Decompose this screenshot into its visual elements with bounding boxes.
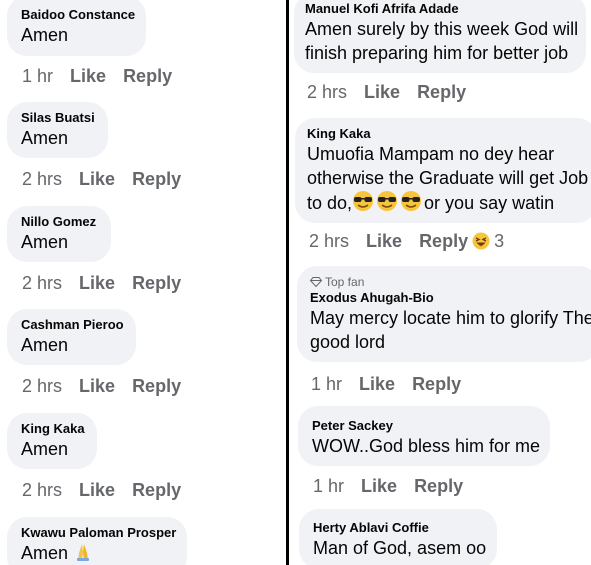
comment-time[interactable]: 2 hrs bbox=[22, 169, 62, 189]
comment-time[interactable]: 2 hrs bbox=[22, 376, 62, 396]
reply-button[interactable]: Reply bbox=[417, 82, 466, 102]
reply-button[interactable]: Reply bbox=[132, 376, 181, 396]
comment-actions: 1 hr Like Reply bbox=[311, 374, 478, 395]
comment-author[interactable]: Silas Buatsi bbox=[21, 109, 95, 126]
comment-time[interactable]: 2 hrs bbox=[22, 273, 62, 293]
comment-author[interactable]: Peter Sackey bbox=[312, 417, 536, 434]
comment-actions: 2 hrs Like Reply bbox=[22, 273, 198, 294]
comment: Kwawu Paloman Prosper Amen bbox=[7, 517, 187, 565]
comment: Herty Ablavi Coffie Man of God, asem oo bbox=[299, 509, 497, 565]
like-button[interactable]: Like bbox=[364, 82, 400, 102]
like-button[interactable]: Like bbox=[79, 273, 115, 293]
comment-bubble: Herty Ablavi Coffie Man of God, asem oo bbox=[299, 509, 497, 565]
folded-hands-icon bbox=[77, 544, 90, 561]
reply-button[interactable]: Reply bbox=[419, 231, 468, 251]
reply-button[interactable]: Reply bbox=[412, 374, 461, 394]
comment-text-segment: to do, bbox=[307, 193, 353, 213]
top-fan-badge: Top fan bbox=[309, 275, 585, 289]
comment-actions: 2 hrs Like Reply bbox=[307, 82, 483, 103]
comment-text: Amen bbox=[21, 128, 69, 148]
like-button[interactable]: Like bbox=[366, 231, 402, 251]
left-comment-column: Baidoo Constance Amen 1 hr Like Reply Sila… bbox=[0, 0, 286, 565]
reaction-count[interactable]: 3 bbox=[494, 231, 504, 251]
comment-text-line: to do, or you say watin bbox=[307, 190, 583, 215]
comment: Peter Sackey WOW..God bless him for me bbox=[298, 406, 550, 466]
comment-actions: 2 hrs Like Reply bbox=[22, 169, 198, 190]
sunglasses-face-icon bbox=[353, 191, 422, 211]
comment-text-value: Amen bbox=[21, 543, 69, 563]
comment-author[interactable]: Cashman Pieroo bbox=[21, 316, 124, 333]
comment: Cashman Pieroo Amen bbox=[7, 309, 136, 365]
comment-time[interactable]: 1 hr bbox=[311, 374, 342, 394]
comment-actions: 2 hrs Like Reply 3 bbox=[309, 231, 521, 252]
like-button[interactable]: Like bbox=[79, 376, 115, 396]
badge-label: Top fan bbox=[325, 275, 365, 289]
comment-bubble: Peter Sackey WOW..God bless him for me bbox=[298, 406, 550, 466]
like-button[interactable]: Like bbox=[79, 169, 115, 189]
like-button[interactable]: Like bbox=[70, 66, 106, 86]
comment-time[interactable]: 2 hrs bbox=[309, 231, 349, 251]
like-button[interactable]: Like bbox=[359, 374, 395, 394]
comment-text-line: finish preparing him for better job bbox=[305, 43, 569, 63]
comment-text-segment: or you say watin bbox=[424, 193, 555, 213]
reply-button[interactable]: Reply bbox=[414, 476, 463, 496]
comment-text-line: WOW..God bless him for me bbox=[312, 436, 541, 456]
comment-text: Amen bbox=[21, 541, 173, 565]
comment-author[interactable]: Manuel Kofi Afrifa Adade bbox=[305, 0, 572, 17]
comment-bubble: Baidoo Constance Amen bbox=[7, 0, 146, 56]
comment-text-line: otherwise the Graduate will get Job bbox=[307, 168, 589, 188]
comment-time[interactable]: 1 hr bbox=[313, 476, 344, 496]
comment-text: Amen bbox=[21, 335, 69, 355]
comment-bubble: Top fan Exodus Ahugah-Bio May mercy loca… bbox=[297, 266, 591, 362]
comment-actions: 1 hr Like Reply bbox=[22, 66, 189, 87]
comment-bubble: Cashman Pieroo Amen bbox=[7, 309, 136, 365]
comment-text-line: Umuofia Mampam no dey hear bbox=[307, 144, 555, 164]
comment-text-line: Amen surely by this week God will bbox=[305, 19, 579, 39]
comment-bubble: Manuel Kofi Afrifa Adade Amen surely by … bbox=[294, 0, 586, 73]
comment: Manuel Kofi Afrifa Adade Amen surely by … bbox=[294, 0, 586, 73]
comment-text: Amen bbox=[21, 232, 69, 252]
comment-actions: 1 hr Like Reply bbox=[313, 476, 480, 497]
comment-author[interactable]: King Kaka bbox=[307, 125, 583, 142]
comment-author[interactable]: Baidoo Constance bbox=[21, 6, 135, 23]
like-button[interactable]: Like bbox=[79, 480, 115, 500]
comment-text: Amen bbox=[21, 439, 69, 459]
comment-bubble: Kwawu Paloman Prosper Amen bbox=[7, 517, 187, 565]
comment-time[interactable]: 2 hrs bbox=[22, 480, 62, 500]
right-comment-column: Manuel Kofi Afrifa Adade Amen surely by … bbox=[289, 0, 591, 565]
comment-author[interactable]: Nillo Gomez bbox=[21, 213, 97, 230]
reply-button[interactable]: Reply bbox=[132, 169, 181, 189]
comment: King Kaka Amen bbox=[7, 413, 97, 469]
comment-author[interactable]: Herty Ablavi Coffie bbox=[313, 519, 483, 536]
reply-button[interactable]: Reply bbox=[123, 66, 172, 86]
reply-button[interactable]: Reply bbox=[132, 480, 181, 500]
comment-author[interactable]: King Kaka bbox=[21, 420, 85, 437]
comment-actions: 2 hrs Like Reply bbox=[22, 480, 198, 501]
comment-text-line: May mercy locate him to glorify The bbox=[310, 308, 591, 328]
comment: Baidoo Constance Amen bbox=[7, 0, 146, 56]
comment-bubble: King Kaka Amen bbox=[7, 413, 97, 469]
comment: Nillo Gomez Amen bbox=[7, 206, 111, 262]
comment: King Kaka Umuofia Mampam no dey hear oth… bbox=[295, 118, 591, 223]
comment-time[interactable]: 1 hr bbox=[22, 66, 53, 86]
reply-button[interactable]: Reply bbox=[132, 273, 181, 293]
comment-bubble: Nillo Gomez Amen bbox=[7, 206, 111, 262]
comment-text: Amen bbox=[21, 25, 69, 45]
comment: Top fan Exodus Ahugah-Bio May mercy loca… bbox=[297, 266, 591, 362]
like-button[interactable]: Like bbox=[361, 476, 397, 496]
comment-author[interactable]: Exodus Ahugah-Bio bbox=[310, 289, 585, 306]
laughing-face-icon[interactable] bbox=[472, 232, 490, 250]
comment: Silas Buatsi Amen bbox=[7, 102, 108, 158]
comment-text-line: good lord bbox=[310, 332, 386, 352]
comment-bubble: King Kaka Umuofia Mampam no dey hear oth… bbox=[295, 118, 591, 223]
comment-author[interactable]: Kwawu Paloman Prosper bbox=[21, 524, 176, 541]
diamond-icon bbox=[309, 277, 323, 288]
comment-time[interactable]: 2 hrs bbox=[307, 82, 347, 102]
comment-text-line: Man of God, asem oo bbox=[313, 538, 487, 558]
comment-actions: 2 hrs Like Reply bbox=[22, 376, 198, 397]
comment-bubble: Silas Buatsi Amen bbox=[7, 102, 108, 158]
